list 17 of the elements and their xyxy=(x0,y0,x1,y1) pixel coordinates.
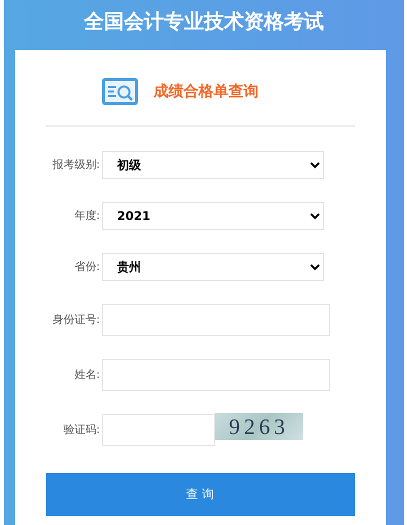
field-label: 省份: xyxy=(73,259,100,274)
field-label: 报考级别: xyxy=(51,157,100,172)
field-label: 年度: xyxy=(73,208,100,223)
form-heading: 成绩合格单查询 xyxy=(154,82,258,101)
field-label: 身份证号: xyxy=(51,312,100,327)
select-field[interactable]: 2021 xyxy=(102,202,324,230)
field-label: 姓名: xyxy=(73,367,100,382)
input-field[interactable] xyxy=(102,304,330,336)
captcha-image: 9263 xyxy=(215,413,303,440)
input-field[interactable] xyxy=(102,358,330,390)
query-button[interactable]: 查 询 xyxy=(46,473,354,516)
field-label: 验证码: xyxy=(62,422,100,437)
select-field[interactable]: 初级 xyxy=(102,150,324,178)
captcha-field[interactable] xyxy=(102,414,215,446)
select-field[interactable]: 贵州 xyxy=(102,252,324,280)
search-document-icon xyxy=(102,78,138,105)
page-title: 全国会计专业技术资格考试 xyxy=(84,8,324,35)
